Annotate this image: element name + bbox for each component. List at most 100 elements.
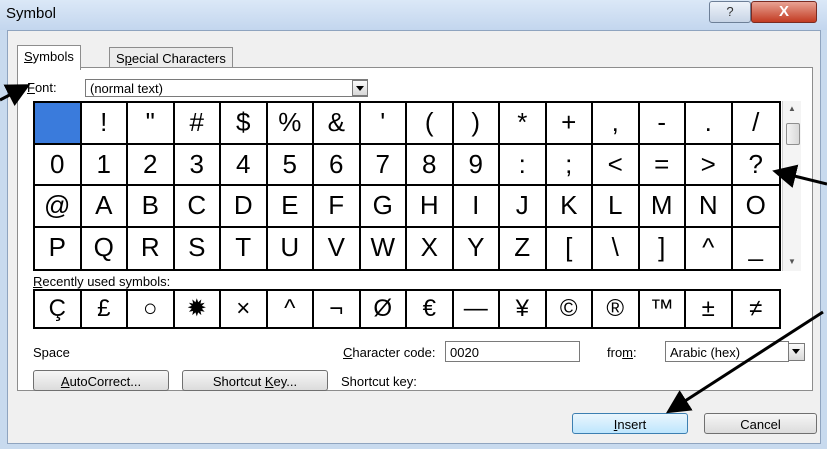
recent-symbol-cell[interactable]: ± — [686, 291, 733, 327]
close-button[interactable]: X — [751, 1, 817, 23]
symbol-cell[interactable]: J — [500, 186, 547, 228]
symbol-cell[interactable]: M — [639, 186, 686, 228]
symbol-cell[interactable]: C — [174, 186, 221, 228]
recent-symbol-cell[interactable]: ™ — [640, 291, 686, 327]
symbol-cell[interactable]: < — [593, 144, 640, 186]
symbol-cell[interactable]: 0 — [35, 144, 82, 186]
recent-symbol-cell[interactable]: Ø — [361, 291, 407, 327]
symbol-cell[interactable]: @ — [35, 186, 82, 228]
symbol-cell[interactable] — [35, 103, 82, 145]
symbol-cell[interactable]: _ — [733, 228, 780, 270]
symbol-cell[interactable]: I — [453, 186, 500, 228]
symbol-cell[interactable]: 3 — [174, 144, 221, 186]
tab-symbols[interactable]: Symbols — [17, 45, 81, 70]
symbol-cell[interactable]: \ — [593, 227, 640, 269]
symbol-cell[interactable]: U — [268, 227, 314, 269]
symbol-cell[interactable]: V — [314, 227, 361, 269]
symbol-cell[interactable]: G — [360, 186, 407, 228]
cancel-button[interactable]: Cancel — [704, 413, 817, 434]
symbol-cell[interactable]: $ — [221, 103, 268, 145]
symbol-cell[interactable]: 7 — [360, 144, 407, 186]
symbol-cell[interactable]: 4 — [221, 144, 268, 186]
font-select[interactable]: (normal text) — [85, 79, 368, 97]
symbol-cell[interactable]: E — [267, 186, 314, 228]
scroll-up-icon[interactable]: ▲ — [788, 104, 796, 113]
autocorrect-accel: A — [60, 374, 70, 389]
symbol-cell[interactable]: L — [593, 186, 640, 228]
symbol-cell[interactable]: 8 — [407, 144, 454, 186]
symbol-cell[interactable]: Q — [82, 227, 128, 269]
recent-symbol-cell[interactable]: ^ — [268, 291, 314, 327]
symbol-cell[interactable]: 1 — [81, 144, 128, 186]
character-code-input[interactable]: 0020 — [445, 341, 580, 362]
recent-symbol-cell[interactable]: ○ — [128, 291, 175, 327]
symbol-cell[interactable]: # — [174, 103, 221, 145]
symbol-cell[interactable]: H — [407, 186, 454, 228]
recent-symbol-cell[interactable]: ¥ — [500, 291, 547, 327]
symbol-cell[interactable]: T — [221, 227, 268, 269]
symbol-cell[interactable]: * — [500, 103, 547, 145]
symbol-cell[interactable]: > — [686, 144, 733, 186]
symbol-cell[interactable]: A — [81, 186, 128, 228]
from-dropdown-button[interactable] — [788, 343, 805, 361]
symbol-cell[interactable]: 2 — [128, 144, 175, 186]
symbol-cell[interactable]: ? — [732, 145, 779, 186]
symbol-cell[interactable]: = — [639, 144, 686, 186]
symbol-cell[interactable]: 6 — [314, 144, 361, 186]
symbol-cell[interactable]: 9 — [453, 144, 500, 186]
symbol-cell[interactable]: R — [128, 227, 175, 269]
help-button[interactable]: ? — [709, 1, 751, 23]
insert-button[interactable]: Insert — [572, 413, 688, 434]
recent-symbol-cell[interactable]: × — [221, 291, 268, 327]
symbol-cell[interactable]: Y — [454, 227, 500, 269]
symbol-cell[interactable]: % — [267, 103, 314, 145]
scroll-down-icon[interactable]: ▼ — [788, 257, 796, 266]
shortcut-key-button[interactable]: Shortcut Key... — [182, 370, 328, 391]
symbol-cell[interactable]: : — [500, 144, 547, 186]
symbol-cell[interactable]: / — [732, 103, 779, 145]
symbol-cell[interactable]: B — [128, 186, 175, 228]
symbol-cell[interactable]: O — [732, 186, 779, 228]
symbol-cell[interactable]: , — [593, 103, 640, 145]
symbol-grid-scrollbar[interactable]: ▲ ▼ — [782, 101, 801, 271]
symbol-cell[interactable]: P — [35, 227, 82, 269]
symbol-cell[interactable]: ' — [360, 103, 407, 145]
recent-symbols-row[interactable]: Ç £ ○ ✹ × ^ ¬ Ø € — ¥ © ® ™ ± ≠ — [33, 289, 781, 329]
symbol-cell[interactable]: K — [546, 186, 593, 228]
symbol-grid[interactable]: ! " # $% & '() * +, -./ 0 1 2 3 4 5 6 7 8 9:; < = >? @ A B C D E F G H… — [33, 101, 781, 271]
symbol-cell[interactable]: ; — [546, 144, 593, 186]
recent-symbol-cell[interactable]: ¬ — [314, 291, 361, 327]
recent-symbol-cell[interactable]: ≠ — [733, 291, 780, 327]
recent-symbol-cell[interactable]: © — [547, 291, 593, 327]
symbol-cell[interactable]: 5 — [267, 144, 314, 186]
symbol-cell[interactable]: N — [686, 186, 733, 228]
symbol-cell[interactable]: Z — [500, 227, 547, 269]
tab-symbols-label: ymbols — [32, 49, 74, 64]
recent-symbol-cell[interactable]: Ç — [35, 291, 82, 327]
scrollbar-thumb[interactable] — [786, 123, 800, 145]
symbol-cell[interactable]: + — [546, 103, 593, 145]
recent-symbol-cell[interactable]: € — [407, 291, 454, 327]
symbol-cell[interactable]: ^ — [686, 227, 733, 269]
symbol-cell[interactable]: F — [314, 186, 361, 228]
font-dropdown-button[interactable] — [352, 80, 368, 96]
symbol-cell[interactable]: ( — [407, 103, 454, 145]
symbol-cell[interactable]: D — [221, 186, 268, 228]
recent-symbol-cell[interactable]: £ — [82, 291, 128, 327]
symbol-cell[interactable]: W — [361, 227, 407, 269]
symbol-cell[interactable]: ! — [81, 103, 128, 145]
autocorrect-button[interactable]: AutoCorrect... — [33, 370, 169, 391]
symbol-cell[interactable]: & — [314, 103, 361, 145]
symbol-cell[interactable]: - — [639, 103, 686, 145]
from-select[interactable]: Arabic (hex) — [665, 341, 789, 362]
symbol-cell[interactable]: S — [175, 227, 221, 269]
symbol-cell[interactable]: [ — [547, 227, 593, 269]
recent-symbol-cell[interactable]: ✹ — [175, 291, 221, 327]
recent-symbol-cell[interactable]: — — [454, 291, 500, 327]
symbol-cell[interactable]: ] — [640, 227, 686, 269]
symbol-cell[interactable]: ) — [453, 103, 500, 145]
symbol-cell[interactable]: X — [407, 227, 454, 269]
symbol-cell[interactable]: " — [128, 103, 175, 145]
symbol-cell[interactable]: . — [686, 103, 733, 145]
recent-symbol-cell[interactable]: ® — [593, 291, 640, 327]
